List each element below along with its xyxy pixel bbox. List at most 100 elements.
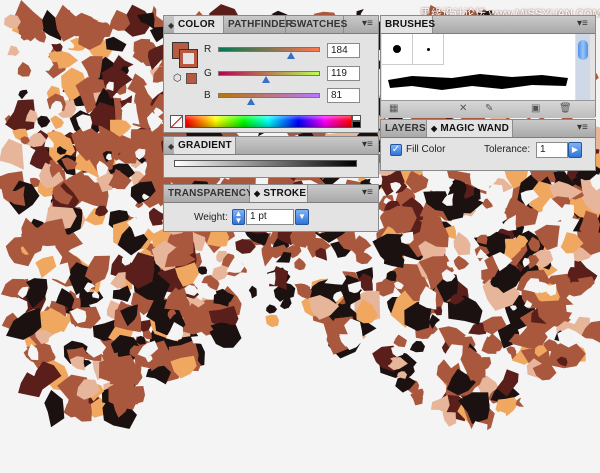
- brushes-panel: BRUSHES ▾≡ ▦ ✕ ✎ ▣ 🗑: [380, 15, 596, 118]
- tab-brushes[interactable]: BRUSHES: [381, 16, 435, 33]
- gradient-slider-bar[interactable]: [174, 160, 357, 167]
- artwork-shape: [307, 421, 314, 427]
- fill-color-label: Fill Color: [406, 144, 446, 155]
- artwork-shape: [490, 432, 496, 439]
- color-spectrum-bar[interactable]: [185, 115, 352, 128]
- cube-icon[interactable]: ⬡: [173, 73, 182, 84]
- artwork-shape: [356, 348, 364, 358]
- fill-color-checkbox[interactable]: ✓: [390, 144, 402, 156]
- g-channel-label: G: [204, 68, 212, 79]
- brush-stroke-sample[interactable]: [382, 66, 575, 100]
- panel-menu-icon[interactable]: ▾≡: [577, 18, 588, 29]
- collapse-arrow-icon[interactable]: ◆: [254, 189, 260, 198]
- collapse-arrow-icon[interactable]: ◆: [431, 124, 437, 133]
- artwork-shape: [263, 272, 276, 286]
- artwork-shape: [377, 429, 391, 441]
- tab-magic-wand[interactable]: ◆ MAGIC WAND: [427, 120, 513, 137]
- weight-input[interactable]: 1 pt: [246, 209, 294, 225]
- artwork-shape: [324, 262, 347, 285]
- artwork-shape: [570, 423, 589, 442]
- tab-gradient[interactable]: GRADIENT: [174, 137, 236, 154]
- panel-menu-icon[interactable]: ▾≡: [362, 18, 373, 29]
- color-swatch-small[interactable]: [186, 73, 197, 84]
- artwork-shape: [453, 231, 471, 256]
- artwork-shape: [0, 138, 24, 170]
- tolerance-label: Tolerance:: [484, 144, 531, 155]
- black-swatch[interactable]: [352, 121, 361, 128]
- panel-menu-icon[interactable]: ▾≡: [362, 187, 373, 198]
- tab-transparency[interactable]: TRANSPARENCY: [164, 185, 253, 202]
- stroke-swatch[interactable]: [179, 49, 198, 68]
- g-value-field[interactable]: 119: [327, 66, 360, 81]
- artwork-shape: [97, 13, 111, 23]
- artwork-shape: [7, 45, 20, 56]
- stroke-panel-tabbar: TRANSPARENCY ◆ STROKE ▾≡: [164, 185, 378, 203]
- artwork-shape: [393, 334, 407, 348]
- scroll-thumb[interactable]: [578, 40, 588, 60]
- gradient-panel: ◆ GRADIENT ▾≡: [163, 136, 379, 178]
- color-panel: ◆ COLOR PATHFINDER SWATCHES ▾≡ ⬡ R 184 G…: [163, 15, 379, 133]
- artwork-shape: [431, 394, 450, 414]
- artwork-shape: [442, 412, 457, 427]
- brush-dot-large[interactable]: [382, 34, 413, 65]
- tolerance-input[interactable]: 1: [536, 142, 568, 158]
- delete-brush-icon[interactable]: 🗑: [559, 103, 572, 114]
- b-slider-thumb[interactable]: [246, 98, 255, 105]
- panel-menu-icon[interactable]: ▾≡: [577, 122, 588, 133]
- artwork-shape: [294, 257, 306, 271]
- weight-label: Weight:: [194, 212, 228, 223]
- g-slider-thumb[interactable]: [261, 76, 270, 83]
- r-value-field[interactable]: 184: [327, 43, 360, 58]
- panel-menu-icon[interactable]: ▾≡: [362, 139, 373, 150]
- artwork-shape: [506, 346, 517, 356]
- artwork-shape: [509, 421, 517, 429]
- r-channel-label: R: [204, 44, 212, 55]
- artwork-shape: [4, 392, 18, 407]
- brushes-scrollbar[interactable]: [576, 34, 590, 100]
- artwork-shape: [580, 399, 593, 418]
- b-channel-label: B: [204, 90, 211, 101]
- r-slider-track[interactable]: [218, 47, 320, 52]
- new-brush-icon[interactable]: ▣: [531, 103, 540, 114]
- artwork-shape: [105, 36, 127, 52]
- brushes-footer: ▦ ✕ ✎ ▣ 🗑: [381, 100, 595, 118]
- artwork-shape: [17, 62, 32, 77]
- b-value-field[interactable]: 81: [327, 88, 360, 103]
- tab-color[interactable]: COLOR: [174, 16, 224, 33]
- tab-swatches[interactable]: SWATCHES: [286, 16, 347, 33]
- b-slider-track[interactable]: [218, 93, 320, 98]
- artwork-shape: [565, 304, 584, 313]
- artwork-shape: [351, 416, 360, 423]
- brush-options-icon[interactable]: ✎: [485, 103, 493, 114]
- brush-list: [382, 34, 575, 100]
- weight-dropdown-button[interactable]: ▼: [295, 209, 309, 225]
- tab-stroke[interactable]: ◆ STROKE: [250, 185, 308, 202]
- none-color-box[interactable]: [170, 115, 183, 128]
- artwork-shape: [559, 253, 575, 268]
- tab-layers[interactable]: LAYERS: [381, 120, 427, 137]
- r-slider-thumb[interactable]: [287, 52, 296, 59]
- tab-pathfinder[interactable]: PATHFINDER: [224, 16, 293, 33]
- artwork-shape: [295, 331, 301, 337]
- artwork-shape: [37, 115, 51, 128]
- gradient-panel-tabbar: ◆ GRADIENT ▾≡: [164, 137, 378, 155]
- artwork-shape: [30, 415, 50, 435]
- artwork-shape: [303, 353, 311, 360]
- tab-magic-wand-label: MAGIC WAND: [440, 123, 510, 134]
- artwork-shape: [252, 417, 275, 436]
- brush-libraries-icon[interactable]: ▦: [389, 103, 398, 114]
- remove-stroke-icon[interactable]: ✕: [459, 103, 467, 114]
- stroke-panel: TRANSPARENCY ◆ STROKE ▾≡ Weight: ▲ ▼ 1 pt…: [163, 184, 379, 232]
- tab-stroke-label: STROKE: [263, 188, 307, 199]
- artwork-shape: [248, 285, 257, 299]
- weight-stepper[interactable]: ▲ ▼: [232, 209, 245, 225]
- artwork-shape: [453, 255, 470, 271]
- artwork-shape: [452, 430, 464, 444]
- artwork-shape: [216, 366, 230, 382]
- artwork-shape: [409, 340, 425, 353]
- artwork-shape: [530, 392, 552, 415]
- artwork-shape: [290, 389, 299, 397]
- artwork-shape: [355, 251, 373, 265]
- brush-dot-small[interactable]: [413, 34, 444, 65]
- tolerance-increment-button[interactable]: ▶: [568, 142, 582, 158]
